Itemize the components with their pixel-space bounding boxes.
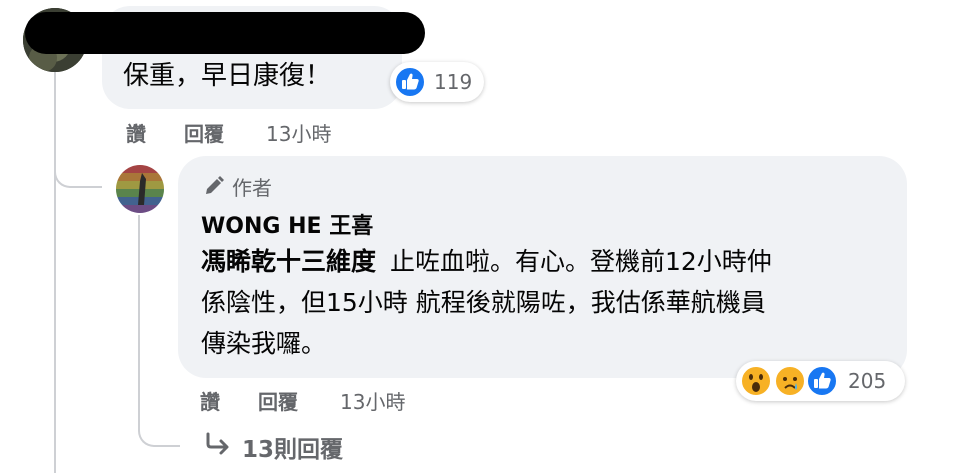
reply-action-link[interactable]: 回覆	[184, 118, 224, 147]
reply-timestamp[interactable]: 13小時	[340, 386, 405, 415]
thread-line-vertical-main	[54, 72, 56, 473]
like-action-link[interactable]: 讚	[126, 118, 146, 147]
avatar-image	[116, 165, 164, 213]
reply-text-line-2: 係陰性，但15小時 航程後就陽咗，我估係華航機員	[201, 288, 766, 317]
reaction-count: 119	[434, 70, 473, 94]
reaction-summary[interactable]: 205	[736, 361, 905, 401]
comment-text: 保重，早日康復！	[123, 61, 332, 91]
reply-text: 止咗血啦。有心。登機前12小時仲	[389, 247, 772, 276]
view-more-replies-label[interactable]: 13則回覆	[242, 430, 343, 464]
thread-line-vertical-reply	[138, 215, 140, 395]
reply-author[interactable]: WONG HE 王喜	[201, 208, 373, 240]
like-icon	[394, 66, 426, 98]
reply-text-line-3: 傳染我囉。	[201, 329, 327, 358]
reply-arrow-icon	[206, 432, 229, 455]
avatar[interactable]	[116, 165, 164, 213]
wow-icon	[740, 365, 772, 397]
comment-timestamp[interactable]: 13小時	[266, 118, 331, 147]
pencil-icon	[206, 176, 224, 194]
reaction-summary[interactable]: 119	[390, 62, 484, 102]
like-action-link[interactable]: 讚	[200, 386, 220, 415]
thread-line-curve-1	[54, 150, 102, 188]
reply-action-link[interactable]: 回覆	[258, 386, 298, 415]
comment-actions: 讚 回覆 13小時	[126, 118, 426, 147]
reply-actions: 讚 回覆 13小時	[200, 386, 500, 415]
reaction-count: 205	[848, 369, 887, 393]
reply-text-line-1: 馮睎乾十三維度 止咗血啦。有心。登機前12小時仲	[201, 242, 772, 282]
author-badge-label: 作者	[232, 176, 272, 200]
sad-icon	[774, 365, 806, 397]
like-icon	[806, 365, 838, 397]
thread-line-curve-2	[138, 395, 180, 447]
redacted-author-name	[25, 12, 425, 54]
mention-link[interactable]: 馮睎乾十三維度	[201, 247, 376, 276]
